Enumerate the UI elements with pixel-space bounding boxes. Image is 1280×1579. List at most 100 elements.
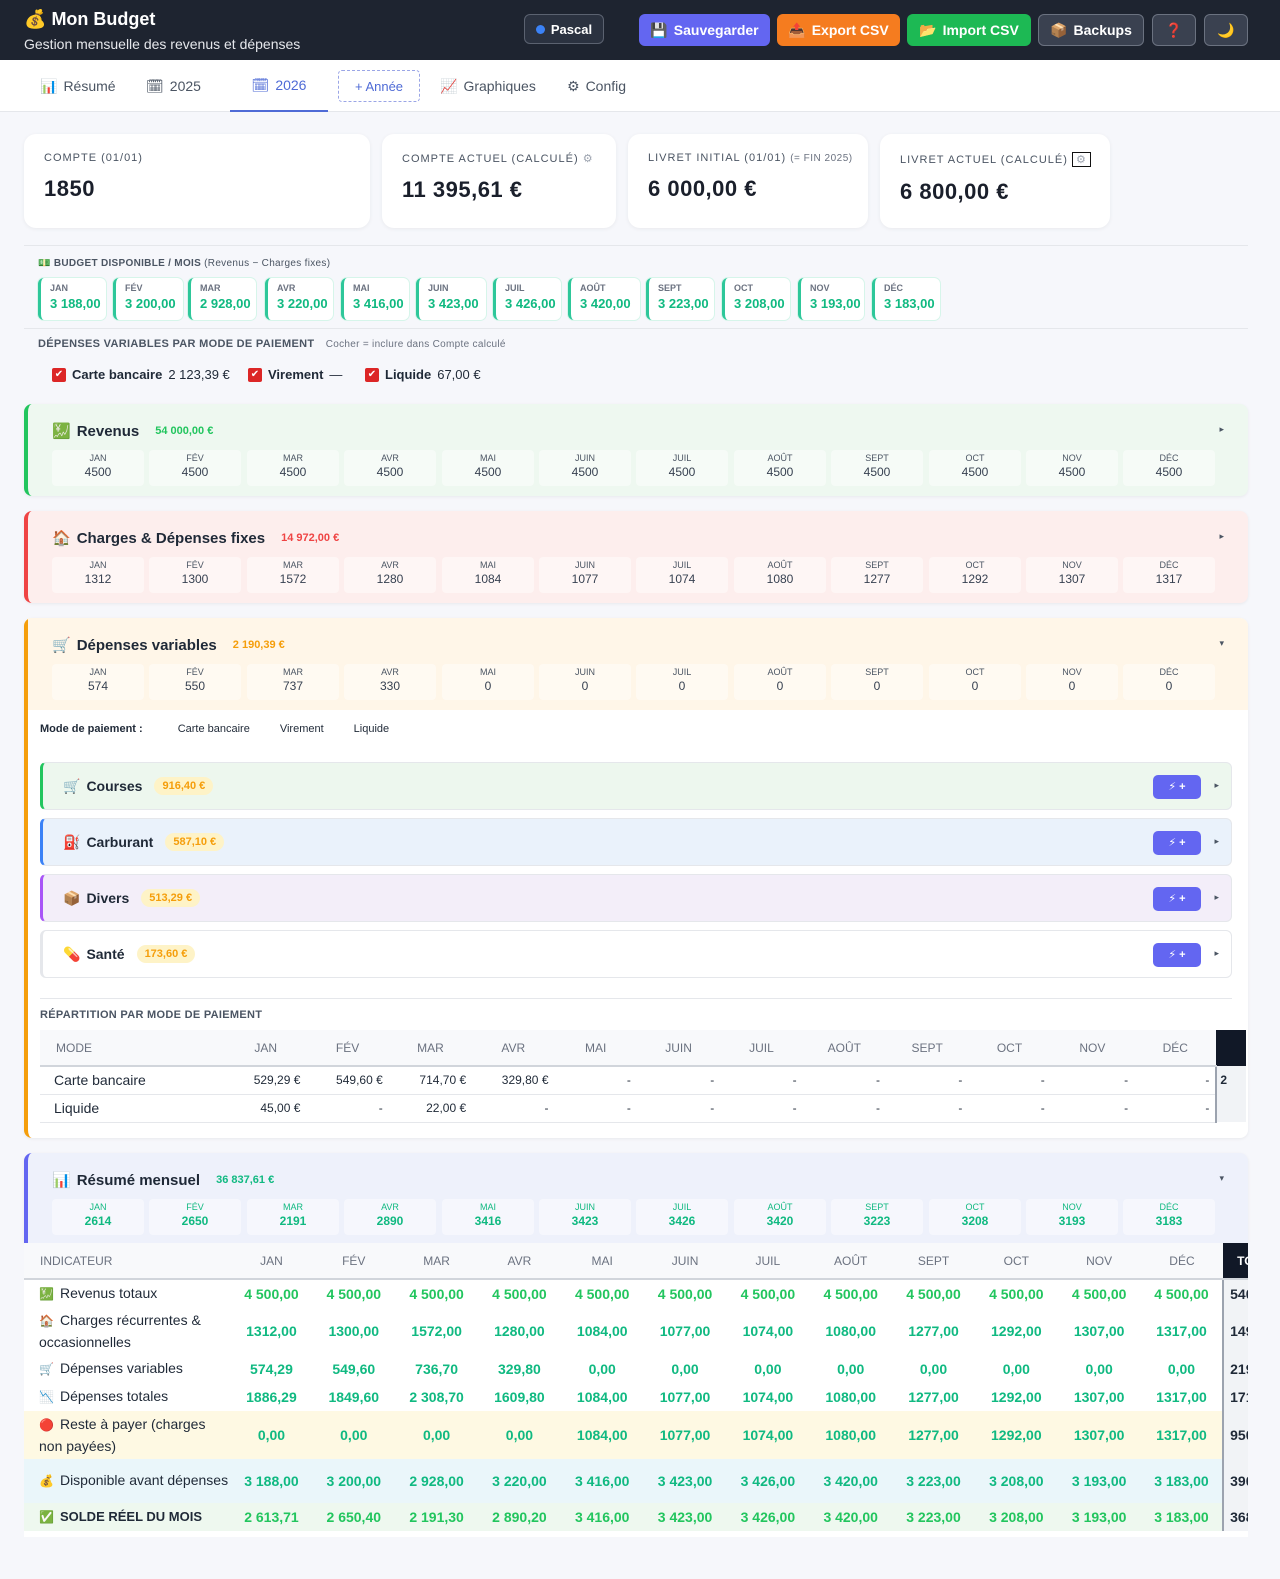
total-cell: 171 <box>1222 1383 1248 1411</box>
mode-carte[interactable]: Carte bancaire <box>178 723 250 735</box>
column-header: FÉV <box>306 1030 389 1067</box>
tab-resume[interactable]: 📊 Résumé <box>40 60 116 112</box>
summary-cell: 1849,60 <box>328 1389 380 1405</box>
payment-mode-checkbox[interactable]: ✔ Carte bancaire 2 123,39 € <box>52 367 230 382</box>
section-header[interactable]: 🏠 Charges & Dépenses fixes 14 972,00 € <box>52 529 339 548</box>
summary-cell: 2 308,70 <box>409 1389 464 1405</box>
quick-add-button[interactable]: ⚡ + <box>1153 887 1201 911</box>
month-label: JAN <box>89 1202 107 1212</box>
category-courses[interactable]: 🛒 Courses 916,40 € ⚡ + ▸ <box>40 762 1232 810</box>
mode-liquide[interactable]: Liquide <box>354 723 389 735</box>
section-header[interactable]: 📊 Résumé mensuel 36 837,61 € <box>52 1171 274 1190</box>
category-divers[interactable]: 📦 Divers 513,29 € ⚡ + ▸ <box>40 874 1232 922</box>
mode-virement[interactable]: Virement <box>280 723 324 735</box>
month-cell: JUIL 0 <box>636 664 728 700</box>
month-value: 4500 <box>571 465 599 479</box>
save-button[interactable]: 💾 Sauvegarder <box>639 14 770 46</box>
quick-add-button[interactable]: ⚡ + <box>1153 831 1201 855</box>
payment-mode-checkbox[interactable]: ✔ Liquide 67,00 € <box>365 367 481 382</box>
budget-month-card: MAR 2 928,00 <box>188 278 256 320</box>
theme-toggle-button[interactable]: 🌙 <box>1204 14 1248 46</box>
expand-arrow-icon[interactable]: ▸ <box>1214 780 1219 791</box>
budget-month-card: AVR 3 220,00 <box>265 278 333 320</box>
gear-icon[interactable]: ⚙ <box>1071 152 1091 167</box>
section-header[interactable]: 💹 Revenus 54 000,00 € <box>52 422 213 441</box>
column-header: MAR <box>394 1243 479 1280</box>
summary-cell: 1317,00 <box>1156 1323 1207 1339</box>
column-header: MAI <box>554 1030 637 1067</box>
month-label: MAI <box>479 560 496 570</box>
category-total-badge: 916,40 € <box>154 777 214 795</box>
summary-cell: 3 416,00 <box>574 1473 630 1489</box>
expand-arrow-icon[interactable]: ▸ <box>1219 424 1224 435</box>
month-label: FÉV <box>186 560 204 570</box>
column-header: OCT <box>975 1243 1058 1280</box>
category-carburant[interactable]: ⛽ Carburant 587,10 € ⚡ + ▸ <box>40 818 1232 866</box>
summary-cell: 3 220,00 <box>492 1473 547 1489</box>
indicator-label: 🛒 Dépenses variables <box>24 1355 230 1383</box>
add-year-button[interactable]: + Année <box>338 70 420 102</box>
tab-config[interactable]: ⚙ Config <box>567 60 626 112</box>
month-value: 330 <box>379 679 401 693</box>
app-subtitle: Gestion mensuelle des revenus et dépense… <box>24 36 301 52</box>
summary-cell: 0,00 <box>340 1427 368 1443</box>
card-value[interactable]: 6 000,00 € <box>648 176 848 202</box>
checkbox-checked-icon[interactable]: ✔ <box>365 367 379 382</box>
summary-cell: 1307,00 <box>1073 1427 1125 1443</box>
payment-mode-checkbox[interactable]: ✔ Virement — <box>248 367 342 382</box>
section-resume: 📊 Résumé mensuel 36 837,61 € ▾ JAN 2614 FÉV 2… <box>24 1153 1248 1243</box>
summary-cell: 4 500,00 <box>823 1285 878 1302</box>
backups-button[interactable]: 📦 Backups <box>1038 14 1144 46</box>
section-header[interactable]: 🛒 Dépenses variables 2 190,39 € <box>52 636 285 655</box>
export-csv-button[interactable]: 📤 Export CSV <box>777 14 900 46</box>
month-label: JUIN <box>428 283 449 293</box>
expand-arrow-icon[interactable]: ▸ <box>1219 531 1224 542</box>
checkbox-checked-icon[interactable]: ✔ <box>52 367 66 382</box>
expand-arrow-icon[interactable]: ▸ <box>1214 836 1219 847</box>
collapse-arrow-icon[interactable]: ▾ <box>1219 638 1224 649</box>
user-button[interactable]: Pascal <box>524 14 604 44</box>
tab-2026[interactable]: 🗓 2026 <box>230 60 328 112</box>
app-header: 💰 Mon Budget Gestion mensuelle des reven… <box>0 0 1280 60</box>
table-row: Carte bancaire 529,29 €549,60 €714,70 €32… <box>40 1066 1246 1095</box>
month-value: 2 928,00 <box>200 296 251 311</box>
category-icon: 💊 <box>63 945 81 962</box>
collapse-arrow-icon[interactable]: ▾ <box>1219 1173 1224 1184</box>
line-chart-icon: 📈 <box>440 77 458 94</box>
month-value: 4500 <box>181 465 209 479</box>
summary-cell: 1307,00 <box>1073 1389 1125 1405</box>
help-button[interactable]: ❓ <box>1152 14 1196 46</box>
month-label: AOÛT <box>580 283 606 293</box>
expand-arrow-icon[interactable]: ▸ <box>1214 948 1219 959</box>
indicator-text: Dépenses variables <box>59 1360 183 1376</box>
expand-arrow-icon[interactable]: ▸ <box>1214 892 1219 903</box>
table-header-row: MODE JAN FÉV MAR AVR MAI JUIN JUIL AOÛT SEPT OCT NO… <box>40 1030 1246 1067</box>
column-header: JUIN <box>636 1030 721 1067</box>
category-label: Divers <box>86 890 130 906</box>
import-csv-button[interactable]: 📂 Import CSV <box>907 14 1031 46</box>
summary-cell: 0,00 <box>1002 1361 1030 1377</box>
summary-cell: 4 500,00 <box>740 1285 796 1302</box>
month-cell: OCT 1292 <box>929 557 1021 593</box>
month-cell: JAN 574 <box>52 664 144 700</box>
tab-2025[interactable]: 🗓 2025 <box>146 60 201 112</box>
summary-cell: 3 420,00 <box>823 1473 878 1489</box>
month-label: AVR <box>381 667 399 677</box>
quick-add-button[interactable]: ⚡ + <box>1153 943 1201 967</box>
checkbox-label: Virement <box>268 367 324 382</box>
checkbox-checked-icon[interactable]: ✔ <box>248 367 262 382</box>
budget-month-card: DÉC 3 183,00 <box>872 278 940 320</box>
total-cell: 368 <box>1222 1503 1248 1531</box>
gear-icon: ⚙ <box>567 77 580 94</box>
month-label: DÉC <box>1159 560 1179 570</box>
quick-add-button[interactable]: ⚡ + <box>1153 775 1201 799</box>
tab-charts[interactable]: 📈 Graphiques <box>440 60 536 112</box>
month-value: 0 <box>1165 679 1173 693</box>
column-header: OCT <box>968 1030 1051 1067</box>
category-santé[interactable]: 💊 Santé 173,60 € ⚡ + ▸ <box>40 930 1232 978</box>
card-value[interactable]: 1850 <box>44 176 350 202</box>
gear-icon[interactable]: ⚙ <box>583 153 594 165</box>
repartition-grid: MODE JAN FÉV MAR AVR MAI JUIN JUIL AOÛT SEPT OCT NO… <box>40 1030 1246 1123</box>
column-header: AOÛT <box>802 1030 886 1067</box>
month-label: JUIN <box>575 1202 595 1212</box>
